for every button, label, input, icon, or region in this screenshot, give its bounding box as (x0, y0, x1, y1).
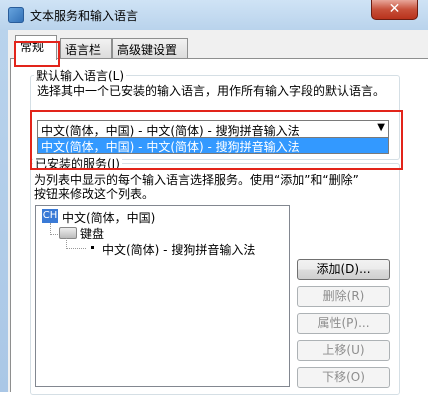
bullet-icon (91, 246, 94, 249)
tree-item-language[interactable]: 中文(简体，中国) (62, 209, 155, 226)
language-ch-icon: CH (42, 209, 58, 223)
title-bar[interactable]: 文本服务和输入语言 ✕ (0, 0, 428, 30)
default-input-description: 选择其中一个已安装的输入语言，用作所有输入字段的默认语言。 (37, 84, 386, 98)
properties-button[interactable]: 属性(P)... (297, 313, 390, 334)
highlight-box-tab (14, 41, 60, 67)
highlight-box-combo (30, 110, 403, 170)
tree-item-keyboard[interactable]: 键盘 (80, 225, 104, 242)
tree-connector (66, 248, 86, 249)
tree-item-service[interactable]: 中文(简体) - 搜狗拼音输入法 (102, 241, 255, 258)
installed-services-description-2: 按钮来修改这个列表。 (34, 187, 155, 201)
tree-connector (50, 234, 58, 235)
move-down-button[interactable]: 下移(O) (297, 367, 390, 388)
close-button[interactable]: ✕ (371, 0, 418, 20)
keyboard-app-icon (8, 7, 24, 23)
add-button[interactable]: 添加(D)... (297, 259, 390, 280)
installed-services-tree[interactable]: CH 中文(简体，中国) 键盘 中文(简体) - 搜狗拼音输入法 (35, 205, 290, 387)
move-up-button[interactable]: 上移(U) (297, 340, 390, 361)
window-title: 文本服务和输入语言 (30, 9, 139, 23)
tab-language-bar[interactable]: 语言栏 (60, 38, 112, 58)
tab-advanced-key-settings[interactable]: 高级键设置 (112, 38, 188, 58)
keyboard-icon (59, 227, 77, 239)
remove-button[interactable]: 删除(R) (297, 286, 390, 307)
